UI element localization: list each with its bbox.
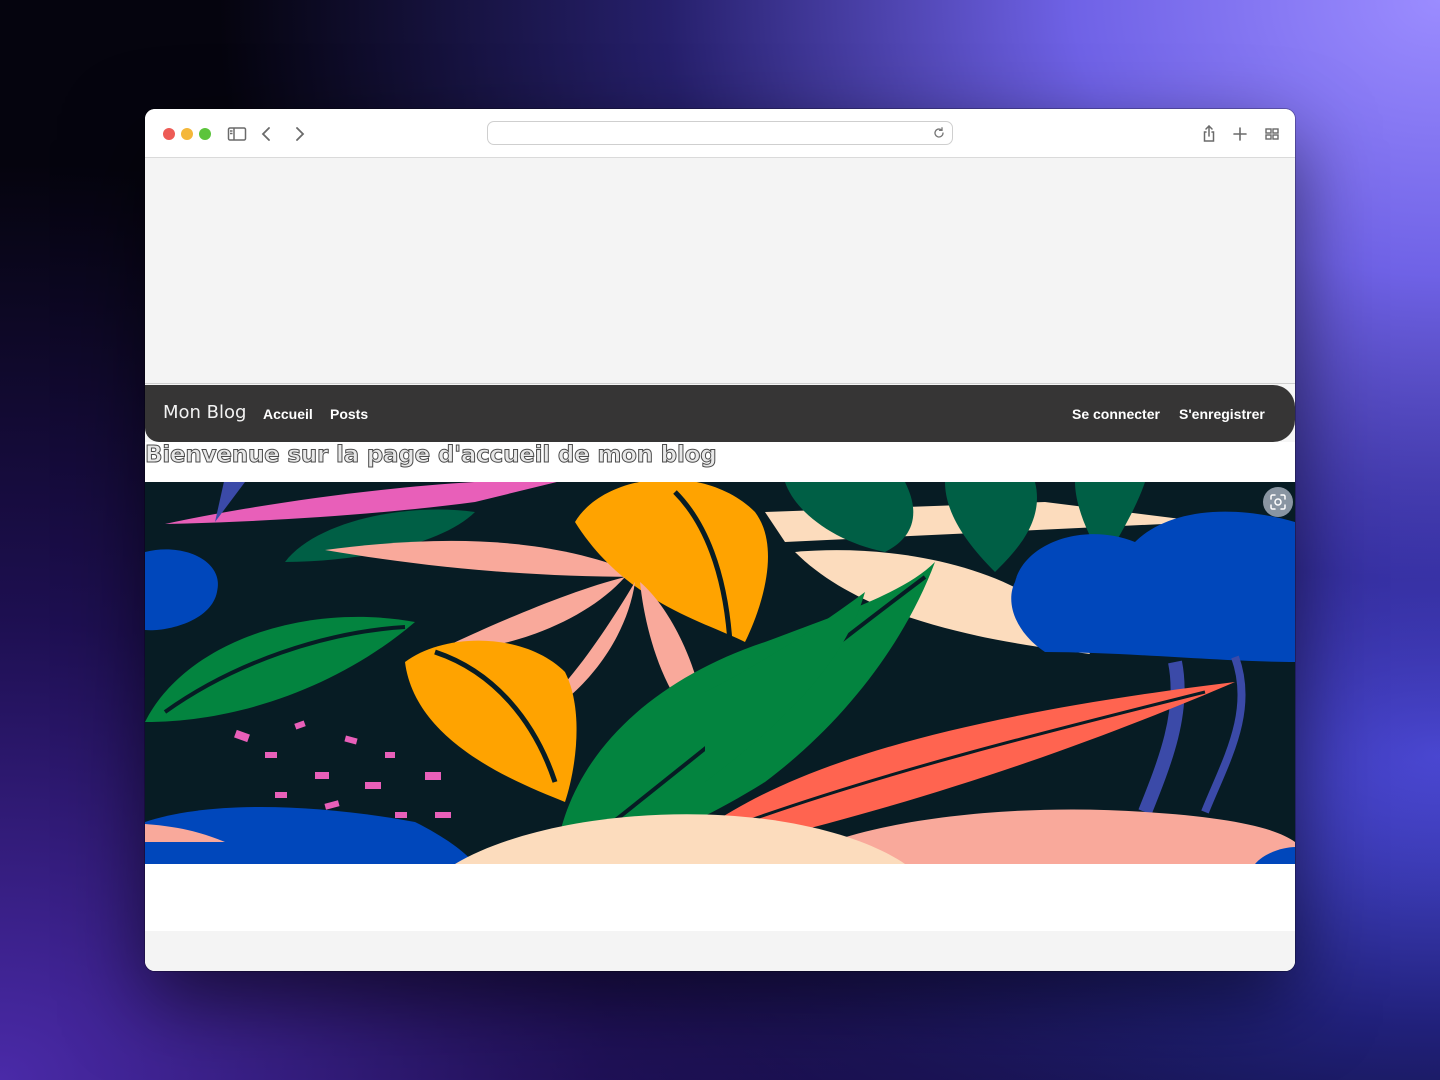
- zoom-window-button[interactable]: [199, 128, 211, 140]
- web-page: Mon Blog Accueil Posts Se connecter S'en…: [145, 158, 1295, 971]
- welcome-heading: Bienvenue sur la page d'accueil de mon b…: [145, 442, 717, 469]
- hero-image: [145, 482, 1295, 864]
- tab-overview-icon[interactable]: [1260, 122, 1284, 146]
- page-top-area: [145, 158, 1295, 384]
- tropical-leaves-illustration: [145, 482, 1295, 864]
- close-window-button[interactable]: [163, 128, 175, 140]
- site-brand[interactable]: Mon Blog: [163, 402, 246, 423]
- address-bar[interactable]: [487, 121, 953, 145]
- browser-window: Mon Blog Accueil Posts Se connecter S'en…: [145, 109, 1295, 971]
- visual-lookup-icon[interactable]: [1263, 487, 1293, 517]
- share-icon[interactable]: [1197, 122, 1221, 146]
- forward-icon[interactable]: [287, 122, 311, 146]
- page-bottom-area: [145, 864, 1295, 931]
- reload-icon[interactable]: [931, 125, 947, 141]
- back-icon[interactable]: [255, 122, 279, 146]
- page-footer-area: [145, 931, 1295, 971]
- minimize-window-button[interactable]: [181, 128, 193, 140]
- sidebar-icon[interactable]: [225, 122, 249, 146]
- new-tab-icon[interactable]: [1228, 122, 1252, 146]
- browser-toolbar: [145, 109, 1295, 158]
- site-navbar: Mon Blog Accueil Posts Se connecter S'en…: [145, 385, 1295, 442]
- nav-link-login[interactable]: Se connecter: [1072, 406, 1160, 422]
- nav-link-posts[interactable]: Posts: [330, 406, 368, 422]
- nav-link-accueil[interactable]: Accueil: [263, 406, 313, 422]
- nav-link-register[interactable]: S'enregistrer: [1179, 406, 1265, 422]
